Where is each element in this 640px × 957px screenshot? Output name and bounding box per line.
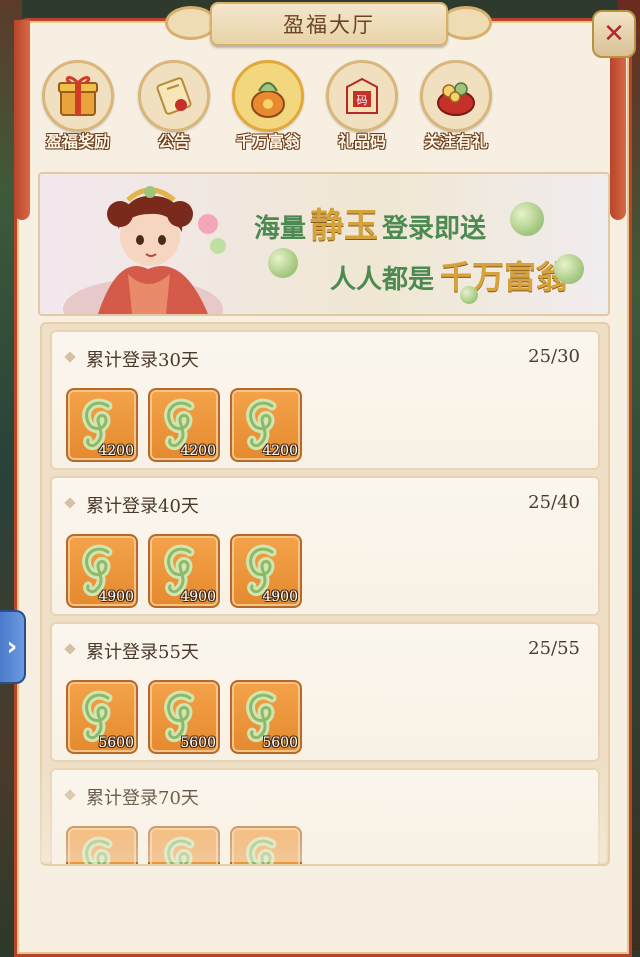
fairy-character-illustration: [63, 186, 226, 314]
scroll-icon: [138, 60, 210, 132]
curtain-left: [14, 20, 30, 220]
item-quantity: 5600: [98, 735, 134, 751]
bullet-diamond-icon: [64, 789, 76, 801]
item-quantity: 4900: [98, 589, 134, 605]
reward-item-slot[interactable]: 4200: [230, 388, 302, 462]
item-quantity: 5600: [262, 735, 298, 751]
reward-progress: 25/55: [528, 638, 580, 659]
reward-item-slot[interactable]: [148, 826, 220, 864]
close-button[interactable]: ✕: [592, 10, 636, 58]
tab-label: 盈福奖励: [45, 132, 110, 151]
window-title-plaque: 盈福大厅: [210, 2, 448, 46]
tab-gift-code[interactable]: 码 礼品码: [318, 60, 406, 160]
reward-list[interactable]: 累计登录30天 25/30 4200 4200 4200 累计登录40天 25/40 4900…: [40, 322, 610, 866]
jade-decoration: [268, 248, 298, 278]
banner-highlight: 静玉: [310, 206, 379, 246]
reward-item-slot[interactable]: 4200: [148, 388, 220, 462]
jade-decoration: [460, 286, 478, 304]
banner-text: 海量: [254, 214, 307, 244]
tab-notice[interactable]: 公告: [130, 60, 218, 160]
item-quantity: 4200: [262, 443, 298, 459]
reward-item-slot[interactable]: 4900: [148, 534, 220, 608]
reward-item-slot[interactable]: 4200: [66, 388, 138, 462]
reward-progress: 25/30: [528, 346, 580, 367]
reward-item-slot[interactable]: 4900: [66, 534, 138, 608]
jade-decoration: [510, 202, 544, 236]
reward-item-slot[interactable]: 5600: [66, 680, 138, 754]
banner-text: 登录即送: [382, 214, 487, 244]
gift-box-icon: [42, 60, 114, 132]
tab-label: 公告: [157, 132, 190, 151]
banner-headline: 海量 静玉 登录即送: [254, 198, 486, 247]
bullet-diamond-icon: [64, 497, 76, 509]
chevron-right-icon: ›: [6, 632, 18, 662]
window-title: 盈福大厅: [283, 13, 375, 37]
reward-progress: 25/40: [528, 492, 580, 513]
jade-decoration: [554, 254, 584, 284]
reward-item-slot[interactable]: 4900: [230, 534, 302, 608]
banner-text: 人人都是: [330, 265, 435, 295]
item-quantity: 4900: [262, 589, 298, 605]
item-quantity: 5600: [180, 735, 216, 751]
item-quantity: 4900: [180, 589, 216, 605]
tab-label: 关注有礼: [423, 132, 488, 151]
reward-row: 累计登录70天: [50, 768, 600, 864]
bullet-diamond-icon: [64, 351, 76, 363]
close-icon: ✕: [603, 19, 625, 49]
reward-row-title: 累计登录55天: [86, 642, 199, 663]
svg-text:码: 码: [357, 94, 368, 107]
bullet-diamond-icon: [64, 643, 76, 655]
tab-millionaire[interactable]: 千万富翁: [224, 60, 312, 160]
treasure-icon: [420, 60, 492, 132]
reward-item-slot[interactable]: [230, 826, 302, 864]
tab-label: 礼品码: [337, 132, 386, 151]
promo-banner: 海量 静玉 登录即送 人人都是 千万富翁: [38, 172, 610, 316]
reward-item-slot[interactable]: [66, 826, 138, 864]
tab-rewards[interactable]: 盈福奖励: [34, 60, 122, 160]
item-quantity: 4200: [180, 443, 216, 459]
reward-row-title: 累计登录30天: [86, 350, 199, 371]
reward-row: 累计登录40天 25/40 4900 4900 4900: [50, 476, 600, 616]
reward-row: 累计登录55天 25/55 5600 5600 5600: [50, 622, 600, 762]
tab-follow-gift[interactable]: 关注有礼: [412, 60, 500, 160]
money-bag-icon: [232, 60, 304, 132]
reward-row: 累计登录30天 25/30 4200 4200 4200: [50, 330, 600, 470]
banner-highlight: 千万富翁: [440, 258, 569, 296]
tab-label: 千万富翁: [235, 132, 300, 151]
gift-code-icon: 码: [326, 60, 398, 132]
reward-item-slot[interactable]: 5600: [148, 680, 220, 754]
tab-bar: 盈福奖励 公告 千万富翁 码 礼品码 关注有礼: [34, 60, 534, 160]
reward-row-title: 累计登录40天: [86, 496, 199, 517]
side-expand-button[interactable]: ›: [0, 610, 26, 684]
reward-item-slot[interactable]: 5600: [230, 680, 302, 754]
banner-subline: 人人都是 千万富翁: [330, 252, 568, 298]
reward-row-title: 累计登录70天: [86, 788, 199, 809]
item-quantity: 4200: [98, 443, 134, 459]
